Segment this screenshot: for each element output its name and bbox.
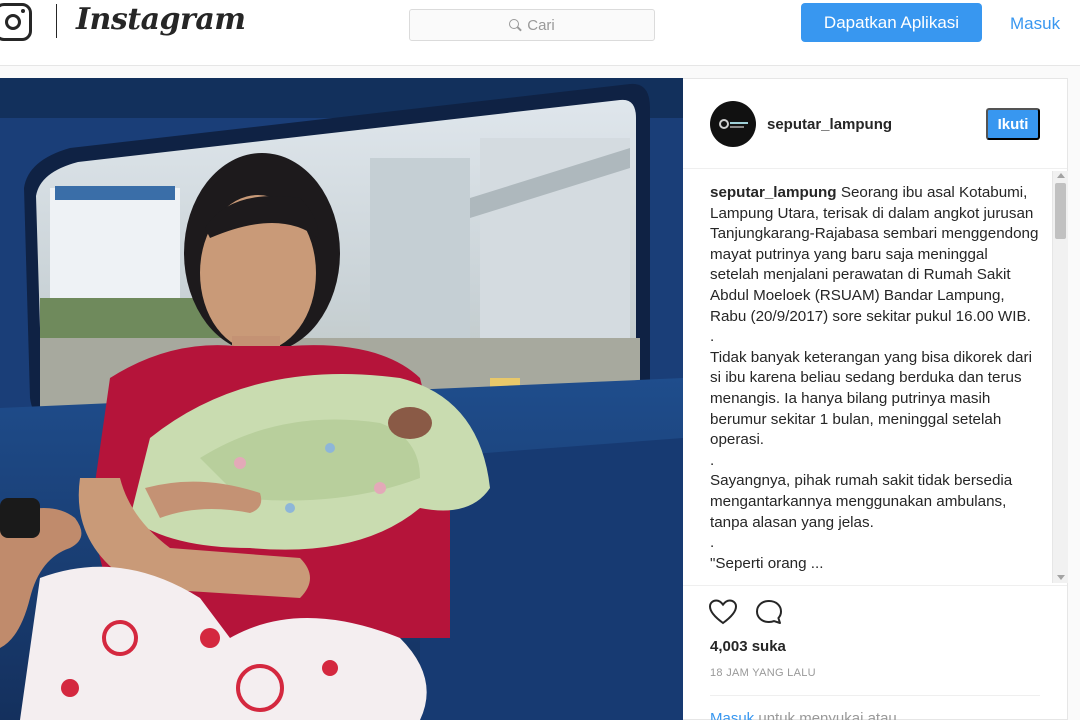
caption-area[interactable]: seputar_lampung Seorang ibu asal Kotabum…: [683, 171, 1067, 583]
scroll-thumb[interactable]: [1055, 183, 1066, 239]
caption: seputar_lampung Seorang ibu asal Kotabum…: [710, 183, 1040, 574]
login-prompt-text: untuk menyukai atau: [754, 710, 897, 720]
instagram-camera-icon[interactable]: [0, 3, 32, 41]
top-nav: Instagram Cari Dapatkan Aplikasi Masuk: [0, 0, 1080, 66]
caption-username[interactable]: seputar_lampung: [710, 184, 837, 201]
heart-icon[interactable]: [708, 598, 738, 626]
caption-text: Seorang ibu asal Kotabumi, Lampung Utara…: [710, 184, 1039, 572]
scroll-up-arrow-icon[interactable]: [1057, 173, 1065, 178]
login-prompt: Masuk untuk menyukai atau: [710, 710, 897, 720]
post-photo-image: [0, 78, 683, 720]
caption-scrollbar[interactable]: [1052, 171, 1068, 583]
comment-icon[interactable]: [754, 598, 784, 626]
follow-button[interactable]: Ikuti: [986, 108, 1040, 140]
post-username[interactable]: seputar_lampung: [767, 116, 892, 133]
divider: [710, 695, 1040, 696]
search-placeholder: Cari: [527, 16, 555, 34]
post-actions: 4,003 suka 18 JAM YANG LALU Masuk untuk …: [683, 585, 1067, 720]
post-photo[interactable]: [0, 78, 683, 720]
post-header: seputar_lampung Ikuti: [683, 79, 1067, 169]
likes-count[interactable]: 4,003 suka: [710, 638, 786, 655]
instagram-wordmark[interactable]: Instagram: [76, 2, 246, 37]
nav-divider: [56, 4, 57, 38]
get-app-button[interactable]: Dapatkan Aplikasi: [801, 3, 982, 42]
avatar[interactable]: [710, 101, 756, 147]
search-icon: [509, 19, 521, 31]
login-link[interactable]: Masuk: [1010, 14, 1060, 34]
login-prompt-link[interactable]: Masuk: [710, 710, 754, 720]
post-side-panel: seputar_lampung Ikuti seputar_lampung Se…: [683, 78, 1068, 720]
scroll-down-arrow-icon[interactable]: [1057, 575, 1065, 580]
search-input[interactable]: Cari: [409, 9, 655, 41]
post-timestamp[interactable]: 18 JAM YANG LALU: [710, 667, 816, 679]
